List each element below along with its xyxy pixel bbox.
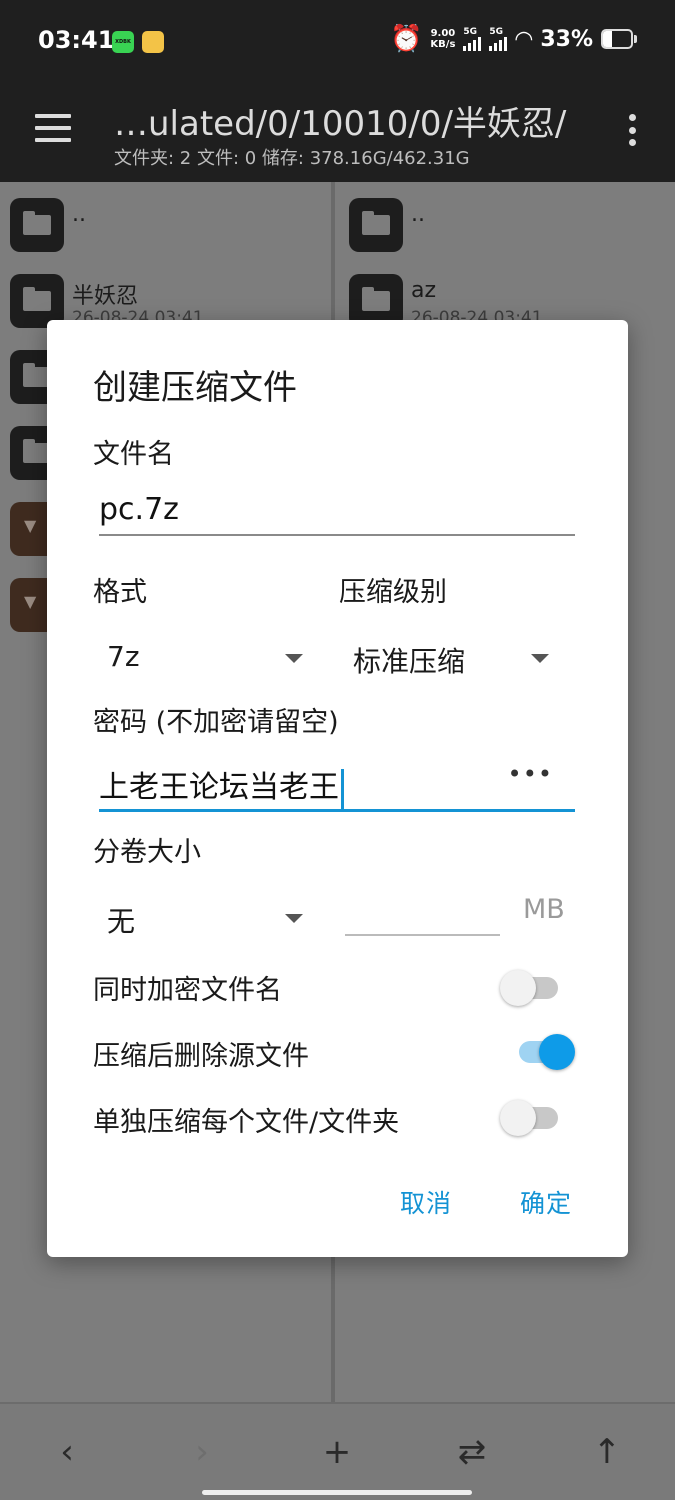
bottom-nav-bar: ‹ › + ⇄ ↑	[0, 1402, 675, 1500]
status-right-group: ⏰ 9.00 KB/s 5G 5G ◠ 33%	[390, 26, 637, 52]
home-indicator[interactable]	[202, 1490, 472, 1495]
ok-button[interactable]: 确定	[520, 1184, 572, 1220]
hamburger-menu-icon[interactable]	[35, 114, 71, 142]
signal-2-icon: 5G	[489, 27, 508, 51]
volume-size-input[interactable]	[345, 906, 500, 936]
filename-input[interactable]: pc.7z	[99, 488, 575, 536]
separate-archive-label: 单独压缩每个文件/文件夹	[93, 1107, 400, 1138]
back-icon[interactable]: ‹	[37, 1432, 97, 1472]
folder-icon	[10, 198, 64, 252]
network-speed-value: 9.00	[430, 28, 456, 39]
filename-value: pc.7z	[99, 492, 179, 527]
password-label: 密码 (不加密请留空)	[93, 707, 339, 738]
current-path-title[interactable]: …ulated/0/10010/0/半妖忍/	[114, 96, 566, 145]
volume-size-label: 分卷大小	[93, 837, 201, 868]
forward-icon[interactable]: ›	[172, 1432, 232, 1472]
path-info: 文件夹: 2 文件: 0 储存: 378.16G/462.31G	[114, 148, 470, 169]
battery-fill	[603, 31, 613, 47]
compression-level-value: 标准压缩	[353, 645, 466, 678]
battery-icon	[601, 29, 637, 49]
dropdown-arrow-icon	[285, 914, 303, 923]
swap-panes-icon[interactable]: ⇄	[442, 1432, 502, 1472]
format-value: 7z	[107, 640, 140, 673]
status-bar: 03:41 XDBK ⏰ 9.00 KB/s 5G 5G ◠ 33%	[0, 0, 675, 84]
delete-source-toggle[interactable]	[513, 1030, 575, 1070]
encrypt-filenames-label: 同时加密文件名	[93, 975, 282, 1006]
cancel-button[interactable]: 取消	[400, 1184, 452, 1220]
file-item-parent[interactable]: ..	[339, 190, 675, 266]
separate-archive-toggle[interactable]	[500, 1096, 562, 1136]
alarm-icon: ⏰	[390, 24, 423, 54]
format-dropdown[interactable]: 7z	[107, 632, 303, 682]
file-item-parent[interactable]: ..	[0, 190, 331, 266]
password-visibility-icon[interactable]: •••	[508, 760, 553, 788]
signal-1-label: 5G	[463, 27, 478, 37]
signal-1-icon: 5G	[463, 27, 482, 51]
filename-label: 文件名	[93, 439, 174, 470]
compression-level-label: 压缩级别	[339, 577, 447, 608]
network-speed-unit: KB/s	[430, 39, 456, 50]
wifi-icon: ◠	[515, 26, 533, 52]
dropdown-arrow-icon	[531, 654, 549, 663]
volume-unit-label: MB	[523, 894, 565, 925]
file-name: 半妖忍	[72, 284, 139, 309]
compression-level-dropdown[interactable]: 标准压缩	[353, 632, 549, 682]
notification-app-icon: XDBK	[112, 31, 134, 53]
file-name: ..	[72, 202, 86, 227]
create-archive-dialog: 创建压缩文件 文件名 pc.7z 格式 压缩级别 7z 标准压缩 密码 (不加密…	[47, 320, 628, 1257]
dropdown-arrow-icon	[285, 654, 303, 663]
dialog-title: 创建压缩文件	[93, 368, 297, 408]
network-speed: 9.00 KB/s	[430, 28, 455, 50]
format-label: 格式	[93, 577, 147, 608]
signal-2-label: 5G	[489, 27, 504, 37]
folder-icon	[349, 198, 403, 252]
text-caret	[341, 768, 344, 809]
volume-size-dropdown[interactable]: 无	[107, 892, 303, 942]
top-toolbar: …ulated/0/10010/0/半妖忍/ 文件夹: 2 文件: 0 储存: …	[0, 84, 675, 182]
volume-size-value: 无	[107, 905, 136, 938]
status-time: 03:41	[38, 26, 115, 54]
password-value: 上老王论坛当老王	[99, 762, 344, 809]
encrypt-filenames-toggle[interactable]	[500, 966, 562, 1006]
more-options-icon[interactable]	[627, 114, 637, 146]
battery-percent: 33%	[540, 26, 593, 52]
up-directory-icon[interactable]: ↑	[577, 1432, 637, 1472]
password-input[interactable]: 上老王论坛当老王 •••	[99, 756, 575, 812]
delete-source-label: 压缩后删除源文件	[93, 1041, 309, 1072]
file-name: ..	[411, 202, 425, 227]
file-name: az	[411, 278, 437, 303]
add-icon[interactable]: +	[307, 1432, 367, 1472]
notification-folder-icon	[142, 31, 164, 53]
